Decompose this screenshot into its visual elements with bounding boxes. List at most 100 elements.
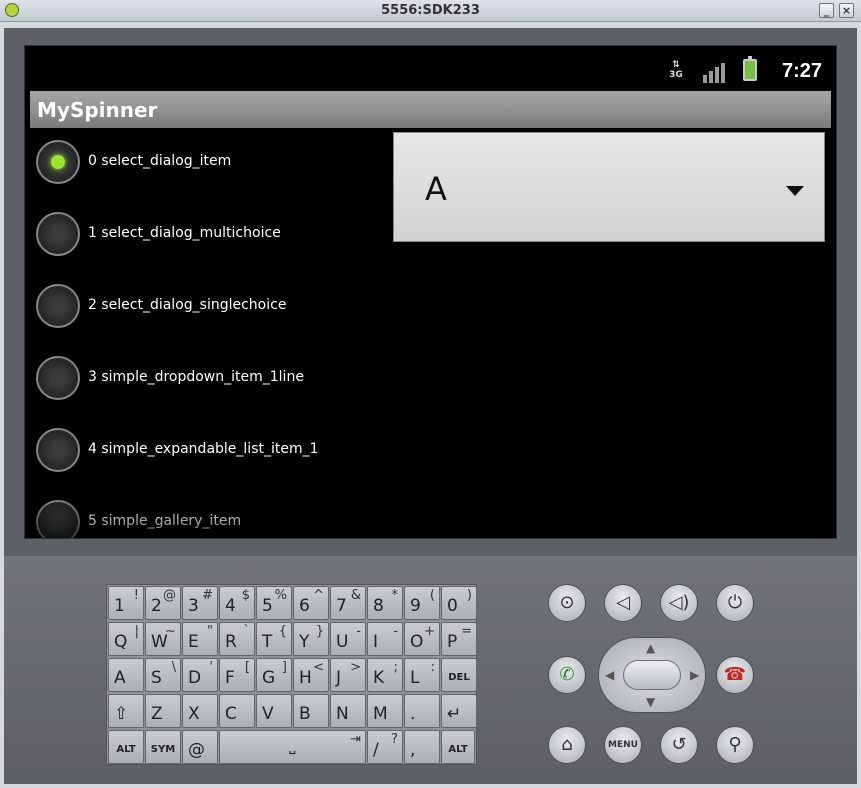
key-6[interactable]: 6 ^ (293, 586, 329, 620)
key-f[interactable]: F[ (219, 658, 255, 692)
key-q[interactable]: Q | (108, 622, 144, 656)
key-8[interactable]: 8 * (367, 586, 403, 620)
dpad-down-icon[interactable]: ▼ (646, 695, 655, 709)
call-button[interactable]: ✆ (548, 656, 586, 694)
key-at[interactable]: @ (182, 730, 218, 764)
dpad-left-icon[interactable]: ◀ (605, 668, 614, 682)
volume-down-button[interactable]: ◁ (604, 584, 642, 622)
volume-up-button[interactable]: ◁) (660, 584, 698, 622)
close-button[interactable]: × (839, 3, 854, 18)
minimize-button[interactable]: _ (819, 3, 834, 18)
key-alt-label: | (134, 624, 139, 639)
key-l[interactable]: L: (404, 658, 440, 692)
back-icon: ↺ (671, 734, 687, 755)
key-t[interactable]: T{ (256, 622, 292, 656)
key-r[interactable]: R ` (219, 622, 255, 656)
network-type-icon: ⇅ 3G (669, 60, 683, 80)
key-sym[interactable]: SYM (145, 730, 181, 764)
key-n[interactable]: N (330, 694, 366, 728)
key-9[interactable]: 9( (404, 586, 440, 620)
key-alt-right[interactable]: ALT (441, 730, 475, 764)
radio-item[interactable]: 1 select_dialog_multichoice (35, 210, 395, 282)
dpad-right-icon[interactable]: ▶ (690, 668, 699, 682)
key-alt-left[interactable]: ALT (108, 730, 144, 764)
battery-icon (743, 56, 757, 81)
key-label: Y (299, 632, 310, 652)
key-7[interactable]: 7 & (330, 586, 366, 620)
status-clock: 7:27 (781, 60, 822, 82)
menu-button[interactable]: MENU (604, 726, 642, 764)
radio-label: 3 simple_dropdown_item_1line (88, 369, 304, 385)
radio-item[interactable]: 5 simple_gallery_item (35, 498, 395, 538)
key-i[interactable]: I- (367, 622, 403, 656)
radio-button[interactable] (36, 428, 80, 472)
key-alt-label: = (461, 624, 472, 639)
key-0[interactable]: 0) (441, 586, 477, 620)
key-d[interactable]: D ' (182, 658, 218, 692)
app-title: MySpinner (37, 98, 158, 122)
key-slash[interactable]: /? (367, 730, 403, 764)
key-3[interactable]: 3 # (182, 586, 218, 620)
key-o[interactable]: O + (404, 622, 440, 656)
key-e[interactable]: E " (182, 622, 218, 656)
key-[interactable]: . (404, 694, 440, 728)
power-button[interactable]: ⏻ (716, 584, 754, 622)
key-z[interactable]: Z (145, 694, 181, 728)
app-title-bar: MySpinner (30, 91, 831, 128)
home-button[interactable]: ⌂ (548, 726, 586, 764)
key-b[interactable]: B (293, 694, 329, 728)
key-comma[interactable]: , (404, 730, 440, 764)
end-call-button[interactable]: ☎ (716, 656, 754, 694)
key-w[interactable]: W ~ (145, 622, 181, 656)
key-[interactable]: ⇧ (108, 694, 144, 728)
key-4[interactable]: 4 $ (219, 586, 255, 620)
dpad[interactable]: ▲ ▼ ◀ ▶ (598, 637, 706, 713)
key-label: ␣ (288, 744, 297, 755)
status-bar: ⇅ 3G 7:27 (25, 46, 836, 90)
dpad-up-icon[interactable]: ▲ (646, 641, 655, 655)
window-titlebar: 5556:SDK233 _ × (0, 0, 861, 22)
dpad-center-button[interactable] (623, 660, 681, 690)
key-g[interactable]: G] (256, 658, 292, 692)
key-c[interactable]: C (219, 694, 255, 728)
radio-item[interactable]: 0 select_dialog_item (35, 138, 395, 210)
key-h[interactable]: H < (293, 658, 329, 692)
radio-item[interactable]: 2 select_dialog_singlechoice (35, 282, 395, 354)
key-label: R (225, 632, 237, 652)
key-u[interactable]: U- (330, 622, 366, 656)
radio-button[interactable] (36, 212, 80, 256)
key-s[interactable]: S \ (145, 658, 181, 692)
key-space[interactable]: ␣ ⇥ (219, 730, 366, 764)
radio-button[interactable] (36, 140, 80, 184)
key-[interactable]: ↵ (441, 694, 477, 728)
radio-indicator-icon (51, 443, 65, 457)
key-y[interactable]: Y} (293, 622, 329, 656)
key-5[interactable]: 5% (256, 586, 292, 620)
call-icon: ✆ (559, 664, 575, 685)
key-1[interactable]: 1! (108, 586, 144, 620)
key-alt-label: & (350, 588, 361, 603)
key-2[interactable]: 2 @ (145, 586, 181, 620)
key-p[interactable]: P = (441, 622, 477, 656)
key-x[interactable]: X (182, 694, 218, 728)
search-button[interactable]: ⚲ (716, 726, 754, 764)
camera-button[interactable]: ⊙ (548, 584, 586, 622)
key-k[interactable]: K; (367, 658, 403, 692)
back-button[interactable]: ↺ (660, 726, 698, 764)
radio-button[interactable] (36, 500, 80, 538)
home-icon: ⌂ (561, 734, 573, 755)
key-alt-label: > (350, 660, 361, 675)
key-alt-label: { (278, 624, 287, 639)
key-del[interactable]: DEL (441, 658, 477, 692)
radio-item[interactable]: 4 simple_expandable_list_item_1 (35, 426, 395, 498)
key-j[interactable]: J > (330, 658, 366, 692)
key-m[interactable]: M (367, 694, 403, 728)
key-a[interactable]: A (108, 658, 144, 692)
key-alt-label: # (202, 588, 213, 603)
key-v[interactable]: V (256, 694, 292, 728)
spinner[interactable]: A (393, 132, 825, 242)
radio-button[interactable] (36, 356, 80, 400)
key-alt-label: : (430, 660, 435, 675)
radio-button[interactable] (36, 284, 80, 328)
radio-item[interactable]: 3 simple_dropdown_item_1line (35, 354, 395, 426)
